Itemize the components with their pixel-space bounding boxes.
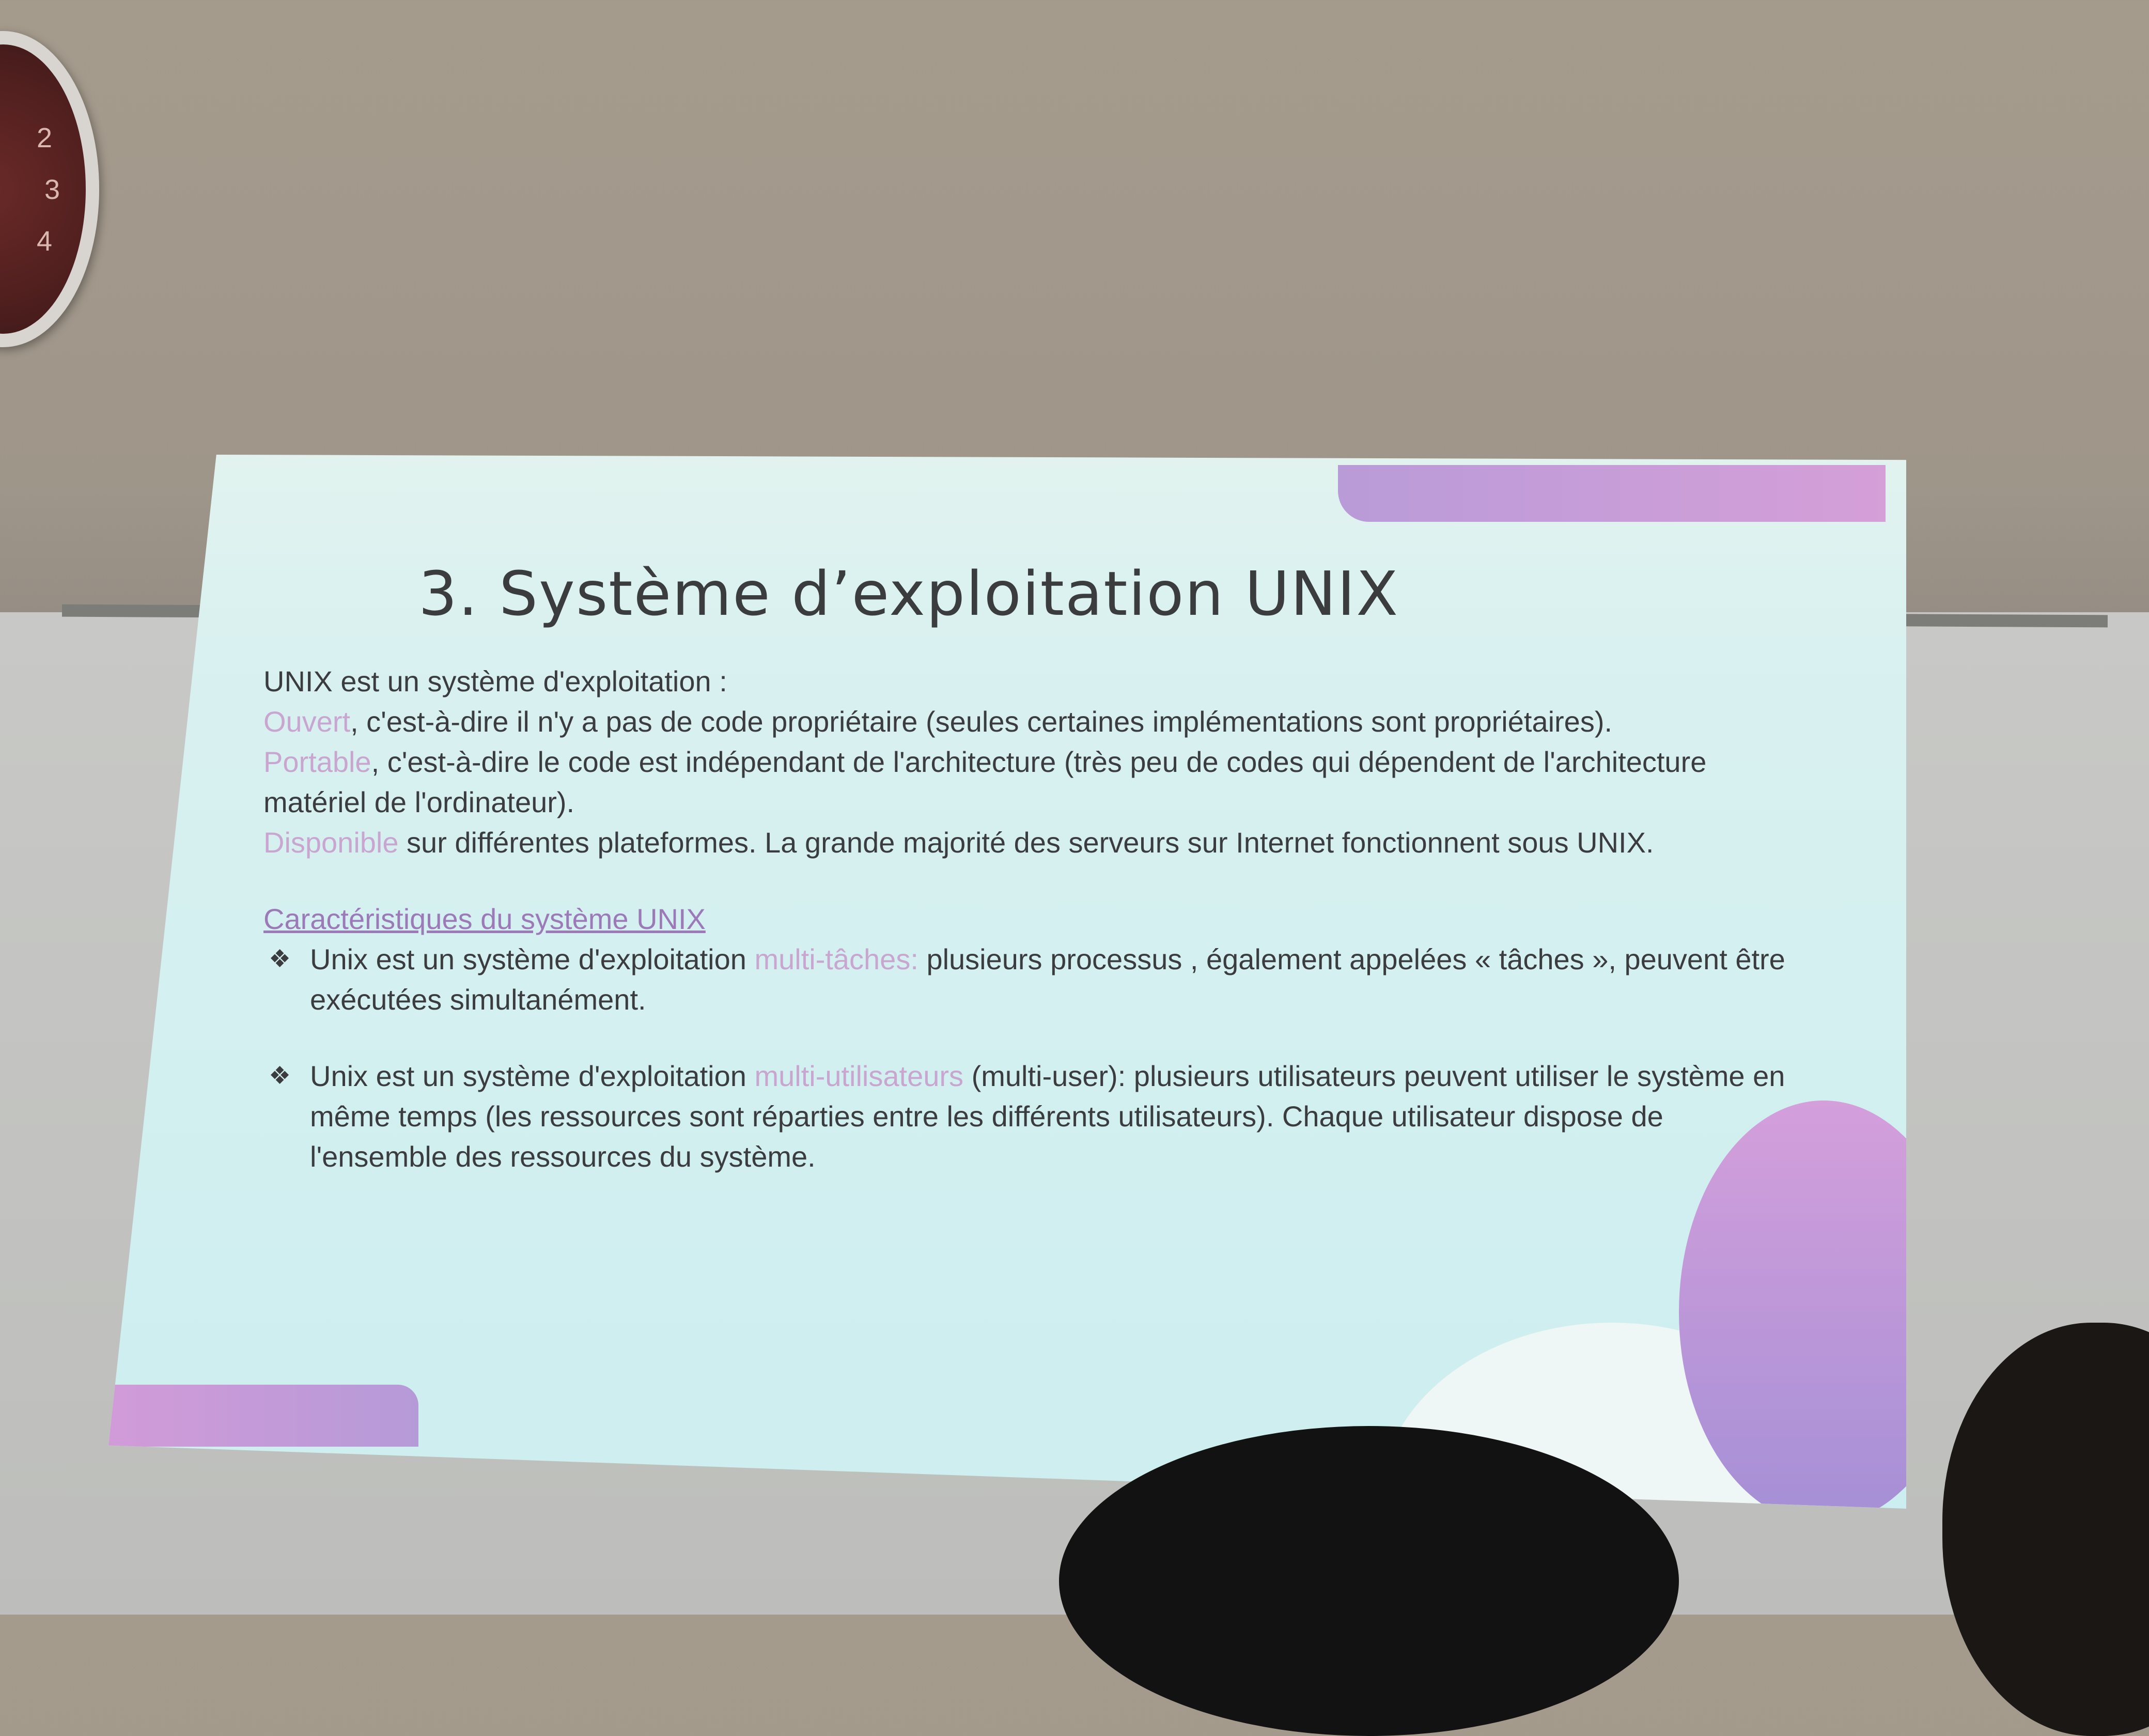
section-title: Caractéristiques du système UNIX <box>263 903 706 935</box>
item-text: , c'est-à-dire le code est indépendant d… <box>263 746 1707 818</box>
slide-decor-bottom-bar <box>108 1385 418 1447</box>
bullet-keyword: multi-tâches: <box>754 943 918 975</box>
item-keyword: Disponible <box>263 826 399 859</box>
clock-number: 3 <box>44 174 60 205</box>
bullet-keyword: multi-utilisateurs <box>754 1060 964 1092</box>
slide-body: UNIX est un système d'exploitation : Ouv… <box>263 661 1793 1177</box>
wall-clock: 2 3 4 <box>0 31 99 347</box>
bullet-multitask: ❖ Unix est un système d'exploitation mul… <box>263 939 1793 1020</box>
item-keyword: Portable <box>263 746 371 778</box>
diamond-bullet-icon: ❖ <box>269 946 291 973</box>
intro-line: UNIX est un système d'exploitation : <box>263 665 727 698</box>
person-head-left <box>1059 1426 1679 1736</box>
item-portable: Portable, c'est-à-dire le code est indép… <box>263 742 1793 823</box>
item-disponible: Disponible sur différentes plateformes. … <box>263 823 1793 863</box>
clock-number: 2 <box>37 122 53 153</box>
item-text: sur différentes plateformes. La grande m… <box>398 826 1654 859</box>
bullet-multiuser: ❖ Unix est un système d'exploitation mul… <box>263 1056 1793 1177</box>
bullet-text: Unix est un système d'exploitation <box>310 1060 755 1092</box>
slide-title: 3. Système d’exploitation UNIX <box>418 558 1399 629</box>
slide-decor-top-bar <box>1338 465 1886 522</box>
bullet-text: Unix est un système d'exploitation <box>310 943 755 975</box>
diamond-bullet-icon: ❖ <box>269 1062 291 1090</box>
projected-slide: 3. Système d’exploitation UNIX UNIX est … <box>108 455 1906 1509</box>
item-ouvert: Ouvert, c'est-à-dire il n'y a pas de cod… <box>263 702 1793 742</box>
item-text: , c'est-à-dire il n'y a pas de code prop… <box>350 705 1613 738</box>
clock-number: 4 <box>37 226 53 257</box>
item-keyword: Ouvert <box>263 705 351 738</box>
